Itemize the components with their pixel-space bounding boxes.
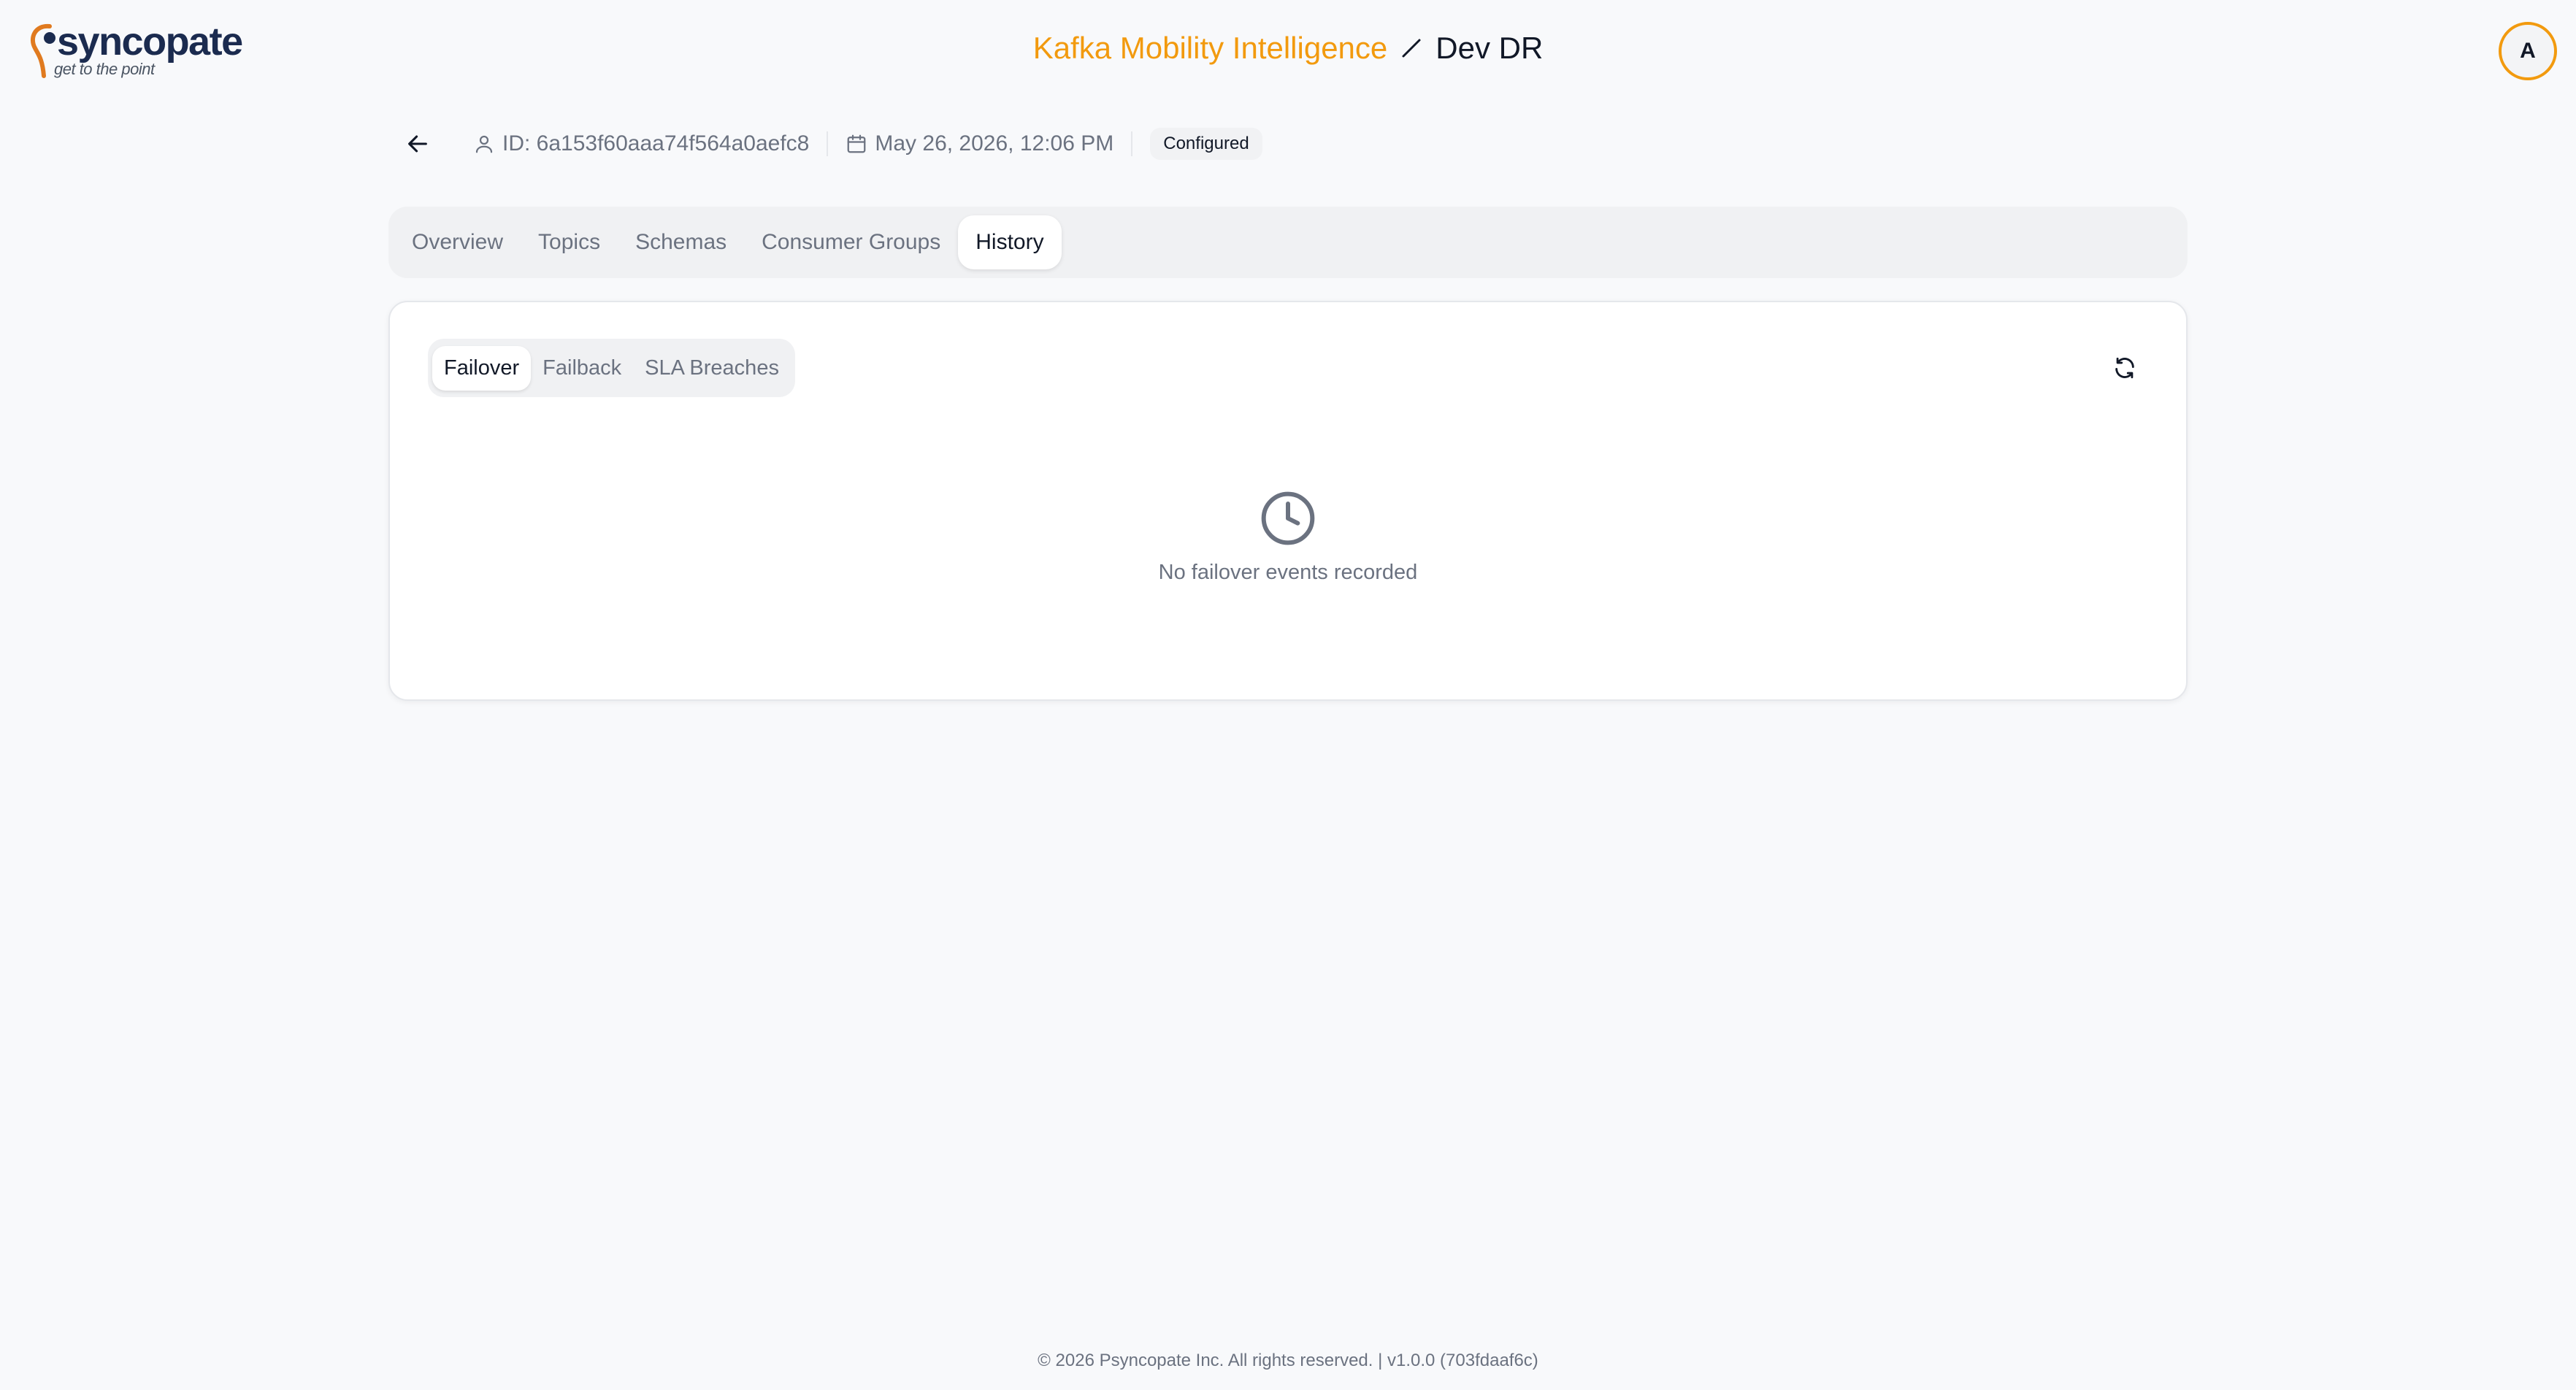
refresh-button[interactable] <box>2110 353 2139 383</box>
arrow-left-icon <box>408 135 427 153</box>
tab-history[interactable]: History <box>958 215 1062 269</box>
status-badge: Configured <box>1150 128 1262 160</box>
tab-topics[interactable]: Topics <box>521 215 618 269</box>
cluster-date: May 26, 2026, 12:06 PM <box>846 131 1113 156</box>
tab-overview[interactable]: Overview <box>394 215 521 269</box>
cluster-date-text: May 26, 2026, 12:06 PM <box>875 131 1114 155</box>
user-icon <box>475 135 493 153</box>
tab-schemas[interactable]: Schemas <box>618 215 744 269</box>
back-button[interactable] <box>400 126 435 161</box>
tab-consumer-groups[interactable]: Consumer Groups <box>744 215 958 269</box>
clock-icon <box>1261 491 1315 545</box>
footer-copyright: © 2026 Psyncopate Inc. All rights reserv… <box>1038 1351 1538 1370</box>
subtab-sla-breaches[interactable]: SLA Breaches <box>633 346 791 391</box>
divider <box>827 131 829 156</box>
cluster-meta-row: ID: 6a153f60aaa74f564a0aefc8 May 26, 202… <box>400 124 1262 164</box>
cluster-id: ID: 6a153f60aaa74f564a0aefc8 <box>473 131 809 156</box>
subtab-failover[interactable]: Failover <box>432 345 532 391</box>
empty-state-message: No failover events recorded <box>1158 561 1418 584</box>
cluster-id-text: ID: 6a153f60aaa74f564a0aefc8 <box>502 131 810 155</box>
history-subtabs: Failover Failback SLA Breaches <box>428 339 795 397</box>
environment-name: Dev DR <box>1435 31 1544 65</box>
app-name-link[interactable]: Kafka Mobility Intelligence <box>1033 31 1388 66</box>
main-tabs: Overview Topics Schemas Consumer Groups … <box>388 207 2188 278</box>
empty-state: No failover events recorded <box>390 489 2186 585</box>
page-title: Kafka Mobility Intelligence Dev DR <box>0 31 2576 66</box>
refresh-icon <box>2115 357 2134 379</box>
history-card: Failover Failback SLA Breaches No failov… <box>388 301 2188 701</box>
breadcrumb-slash-icon <box>1402 39 1421 58</box>
divider <box>1131 131 1133 156</box>
calendar-icon <box>848 134 866 153</box>
user-avatar[interactable]: A <box>2499 22 2557 80</box>
subtab-failback[interactable]: Failback <box>531 346 633 391</box>
